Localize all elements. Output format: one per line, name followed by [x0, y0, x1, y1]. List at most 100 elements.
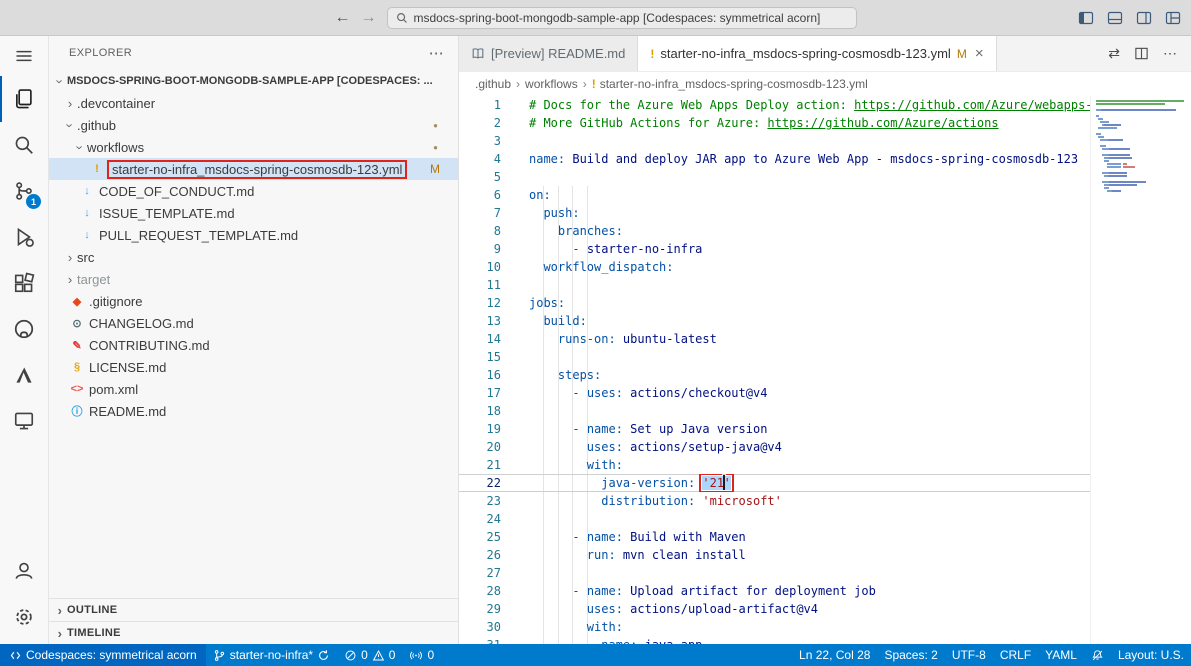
activity-azure[interactable] [0, 352, 48, 398]
code-line-21[interactable]: 21 with: [459, 456, 1090, 474]
toggle-primary-sidebar-icon[interactable] [1078, 10, 1094, 26]
code-line-26[interactable]: 26 run: mvn clean install [459, 546, 1090, 564]
code-line-16[interactable]: 16 steps: [459, 366, 1090, 384]
code-editor[interactable]: 1# Docs for the Azure Web Apps Deploy ac… [459, 96, 1090, 644]
code-line-10[interactable]: 10 workflow_dispatch: [459, 258, 1090, 276]
tab-preview-readme-md[interactable]: [Preview] README.md [459, 36, 638, 71]
notifications-button[interactable] [1084, 644, 1111, 666]
explorer-item-license-md[interactable]: §LICENSE.md [49, 356, 458, 378]
explorer-item-issue-template-md[interactable]: ↓ISSUE_TEMPLATE.md [49, 202, 458, 224]
forward-button[interactable]: → [361, 10, 377, 26]
explorer-item-msdocs-spring-boot-mongodb-sample-app-codespaces[interactable]: ›MSDOCS-SPRING-BOOT-MONGODB-SAMPLE-APP [… [49, 70, 458, 92]
code-line-12[interactable]: 12jobs: [459, 294, 1090, 312]
indentation-status[interactable]: Spaces: 2 [877, 644, 944, 666]
code-line-25[interactable]: 25 - name: Build with Maven [459, 528, 1090, 546]
encoding-status[interactable]: UTF-8 [945, 644, 993, 666]
code-line-29[interactable]: 29 uses: actions/upload-artifact@v4 [459, 600, 1090, 618]
sidebar-section-timeline[interactable]: ›TIMELINE [49, 621, 458, 644]
code-line-31[interactable]: 31 name: java-app [459, 636, 1090, 644]
code-line-4[interactable]: 4name: Build and deploy JAR app to Azure… [459, 150, 1090, 168]
eol-status[interactable]: CRLF [993, 644, 1038, 666]
remote-explorer-icon [13, 410, 35, 432]
explorer-item-gitignore[interactable]: ◆.gitignore [49, 290, 458, 312]
code-line-14[interactable]: 14 runs-on: ubuntu-latest [459, 330, 1090, 348]
explorer-item-readme-md[interactable]: ⓘREADME.md [49, 400, 458, 422]
explorer-item-pull-request-template-md[interactable]: ↓PULL_REQUEST_TEMPLATE.md [49, 224, 458, 246]
explorer-item-starter-no-infra-msdocs-spring-cosmosdb-123-yml[interactable]: !starter-no-infra_msdocs-spring-cosmosdb… [49, 158, 458, 180]
code-line-28[interactable]: 28 - name: Upload artifact for deploymen… [459, 582, 1090, 600]
explorer-actions-button[interactable]: ⋯ [429, 44, 444, 62]
token: name: [587, 530, 623, 544]
code-line-7[interactable]: 7 push: [459, 204, 1090, 222]
hamburger-icon [14, 46, 34, 66]
code-line-19[interactable]: 19 - name: Set up Java version [459, 420, 1090, 438]
explorer-item-workflows[interactable]: ›workflows● [49, 136, 458, 158]
toggle-panel-icon[interactable] [1107, 10, 1123, 26]
command-center[interactable]: msdocs-spring-boot-mongodb-sample-app [C… [387, 7, 857, 29]
explorer-item-changelog-md[interactable]: ⊙CHANGELOG.md [49, 312, 458, 334]
cursor-position-status[interactable]: Ln 22, Col 28 [792, 644, 877, 666]
code-line-3[interactable]: 3 [459, 132, 1090, 150]
activity-run-debug[interactable] [0, 214, 48, 260]
activity-search[interactable] [0, 122, 48, 168]
code-line-8[interactable]: 8 branches: [459, 222, 1090, 240]
breadcrumbs: .github›workflows›!starter-no-infra_msdo… [459, 72, 1191, 96]
section-label: OUTLINE [67, 604, 117, 616]
sidebar-section-outline[interactable]: ›OUTLINE [49, 598, 458, 621]
close-icon[interactable]: × [975, 45, 984, 62]
customize-layout-icon[interactable] [1165, 10, 1181, 26]
account-button[interactable] [0, 548, 48, 594]
breadcrumb-starter-no-infra-msdocs-spring-cosmosdb-123-yml[interactable]: !starter-no-infra_msdocs-spring-cosmosdb… [592, 77, 868, 91]
settings-button[interactable] [0, 594, 48, 640]
tab-starter-no-infra-msdocs-spring-cosmosdb-123-yml[interactable]: !starter-no-infra_msdocs-spring-cosmosdb… [638, 36, 996, 71]
back-button[interactable]: ← [335, 10, 351, 26]
language-mode-status[interactable]: YAML [1038, 644, 1084, 666]
split-editor-icon[interactable] [1134, 46, 1149, 61]
code-line-6[interactable]: 6on: [459, 186, 1090, 204]
explorer-item-code-of-conduct-md[interactable]: ↓CODE_OF_CONDUCT.md [49, 180, 458, 202]
keyboard-layout-status[interactable]: Layout: U.S. [1111, 644, 1191, 666]
branch-status[interactable]: starter-no-infra* [206, 644, 337, 666]
activity-github[interactable] [0, 306, 48, 352]
code-line-20[interactable]: 20 uses: actions/setup-java@v4 [459, 438, 1090, 456]
token: push: [543, 206, 579, 220]
code-line-1[interactable]: 1# Docs for the Azure Web Apps Deploy ac… [459, 96, 1090, 114]
activity-explorer[interactable] [0, 76, 48, 122]
ports-status[interactable]: 0 [402, 644, 441, 666]
explorer-item-contributing-md[interactable]: ✎CONTRIBUTING.md [49, 334, 458, 356]
code-line-23[interactable]: 23 distribution: 'microsoft' [459, 492, 1090, 510]
line-number: 16 [459, 366, 517, 384]
line-number: 27 [459, 564, 517, 582]
problems-status[interactable]: 0 0 [337, 644, 402, 666]
toggle-secondary-sidebar-icon[interactable] [1136, 10, 1152, 26]
more-actions-icon[interactable]: ⋯ [1163, 45, 1177, 62]
explorer-item-github[interactable]: ›.github● [49, 114, 458, 136]
code-line-9[interactable]: 9 - starter-no-infra [459, 240, 1090, 258]
code-line-30[interactable]: 30 with: [459, 618, 1090, 636]
code-line-17[interactable]: 17 - uses: actions/checkout@v4 [459, 384, 1090, 402]
code-text: push: [517, 204, 1090, 222]
explorer-item-src[interactable]: ›src [49, 246, 458, 268]
breadcrumb-workflows[interactable]: workflows [525, 77, 578, 91]
code-line-5[interactable]: 5 [459, 168, 1090, 186]
minimap[interactable] [1090, 96, 1191, 644]
code-line-15[interactable]: 15 [459, 348, 1090, 366]
explorer-item-pom-xml[interactable]: <>pom.xml [49, 378, 458, 400]
activity-source-control[interactable]: 1 [0, 168, 48, 214]
code-line-24[interactable]: 24 [459, 510, 1090, 528]
breadcrumb-github[interactable]: .github [475, 77, 511, 91]
code-line-11[interactable]: 11 [459, 276, 1090, 294]
minimap-line [1096, 109, 1186, 111]
code-line-2[interactable]: 2# More GitHub Actions for Azure: https:… [459, 114, 1090, 132]
code-line-27[interactable]: 27 [459, 564, 1090, 582]
activity-extensions[interactable] [0, 260, 48, 306]
remote-indicator[interactable]: Codespaces: symmetrical acorn [0, 644, 206, 666]
code-line-22[interactable]: 22 java-version: '21' [459, 474, 1090, 492]
open-changes-icon[interactable]: ⇄ [1108, 45, 1120, 62]
activity-remote-explorer[interactable] [0, 398, 48, 444]
code-line-18[interactable]: 18 [459, 402, 1090, 420]
code-line-13[interactable]: 13 build: [459, 312, 1090, 330]
explorer-item-target[interactable]: ›target [49, 268, 458, 290]
menu-button[interactable] [0, 36, 48, 76]
explorer-item-devcontainer[interactable]: ›.devcontainer [49, 92, 458, 114]
